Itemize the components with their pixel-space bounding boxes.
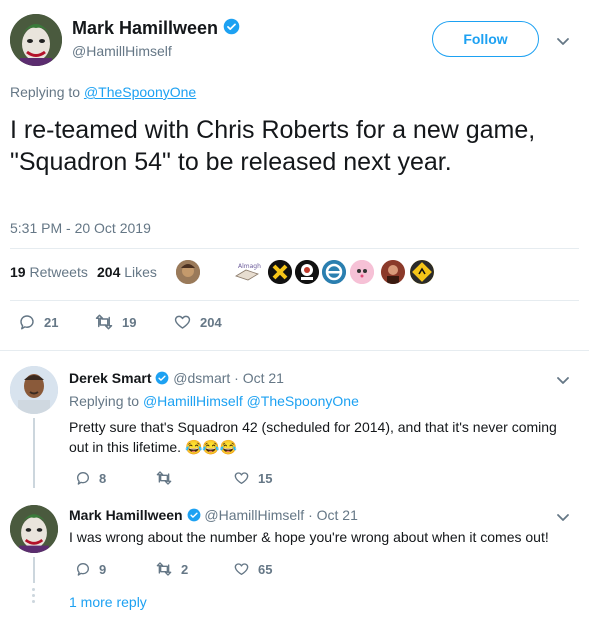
liker-avatar[interactable] bbox=[381, 260, 405, 284]
likes-label: Likes bbox=[124, 264, 157, 280]
retweet-action[interactable]: 2 bbox=[155, 561, 188, 577]
verified-badge-icon bbox=[187, 508, 201, 525]
svg-text:Almagh: Almagh bbox=[238, 263, 261, 270]
retweet-icon bbox=[156, 471, 172, 485]
heart-icon bbox=[174, 315, 191, 329]
like-action[interactable]: 15 bbox=[233, 470, 272, 486]
liker-avatar[interactable] bbox=[176, 260, 200, 284]
liker-avatar[interactable] bbox=[295, 260, 319, 284]
retweet-icon bbox=[95, 314, 113, 330]
verified-badge-icon bbox=[155, 371, 169, 388]
retweets-label: Retweets bbox=[29, 264, 88, 280]
replying-to-link[interactable]: @TheSpoonyOne bbox=[84, 84, 196, 100]
reply-author-name[interactable]: Mark Hamillween bbox=[69, 507, 183, 523]
laughing-emoji: 😂😂😂 bbox=[184, 439, 238, 455]
reply-text: Pretty sure that's Squadron 42 (schedule… bbox=[69, 417, 579, 457]
reply-icon bbox=[20, 315, 34, 330]
thread-dots bbox=[32, 588, 36, 603]
follow-button[interactable]: Follow bbox=[432, 21, 539, 57]
retweet-count: 19 bbox=[122, 314, 137, 330]
liker-avatar[interactable] bbox=[268, 260, 292, 284]
like-action[interactable]: 65 bbox=[233, 561, 272, 577]
liker-avatar[interactable] bbox=[322, 260, 346, 284]
divider bbox=[0, 350, 589, 351]
retweets-count: 19 bbox=[10, 264, 26, 280]
main-tweet-text: I re-teamed with Chris Roberts for a new… bbox=[10, 116, 536, 176]
like-count: 204 bbox=[200, 314, 222, 330]
reply-author-avatar[interactable] bbox=[10, 505, 58, 553]
likes-count: 204 bbox=[97, 264, 121, 280]
reply-action[interactable]: 9 bbox=[75, 561, 106, 577]
like-count: 15 bbox=[258, 470, 273, 486]
main-author-name[interactable]: Mark Hamillween bbox=[72, 18, 218, 38]
liker-avatar[interactable] bbox=[350, 260, 374, 284]
main-tweet-timestamp[interactable]: 5:31 PM - 20 Oct 2019 bbox=[10, 220, 151, 236]
verified-badge-icon bbox=[223, 18, 240, 40]
liker-avatar[interactable]: Almagh bbox=[232, 260, 262, 284]
main-replying-to: Replying to @TheSpoonyOne bbox=[10, 84, 196, 100]
retweet-icon bbox=[156, 562, 172, 576]
like-count: 65 bbox=[258, 561, 273, 577]
reply-text-fragment: out in this lifetime. bbox=[69, 439, 182, 455]
likes-stat[interactable]: 204 Likes bbox=[97, 264, 157, 280]
retweet-action[interactable]: 19 bbox=[94, 313, 136, 331]
heart-icon bbox=[234, 472, 249, 484]
divider bbox=[10, 248, 579, 249]
heart-icon bbox=[234, 563, 249, 575]
reply-author-handle[interactable]: @dsmart bbox=[173, 370, 230, 386]
chevron-down-icon[interactable] bbox=[555, 33, 571, 49]
reply-count: 8 bbox=[99, 470, 107, 486]
main-author-avatar[interactable] bbox=[10, 14, 62, 66]
liker-avatar[interactable] bbox=[410, 260, 434, 284]
reply-action[interactable]: 21 bbox=[18, 313, 58, 331]
reply-text-line: out in this lifetime. 😂😂😂 bbox=[69, 437, 579, 457]
reply-action[interactable]: 8 bbox=[75, 470, 106, 486]
replying-to-link[interactable]: @HamillHimself @TheSpoonyOne bbox=[143, 393, 359, 409]
reply-author-handle[interactable]: @HamillHimself bbox=[204, 507, 304, 523]
like-action[interactable]: 204 bbox=[173, 313, 222, 331]
reply-replying-to: Replying to @HamillHimself @TheSpoonyOne bbox=[69, 393, 359, 409]
reply-icon bbox=[77, 472, 89, 485]
thread-line bbox=[33, 418, 35, 488]
retweet-action[interactable] bbox=[155, 470, 181, 486]
retweets-stat[interactable]: 19 Retweets bbox=[10, 264, 88, 280]
reply-count: 21 bbox=[44, 314, 59, 330]
reply-date[interactable]: · Oct 21 bbox=[234, 370, 284, 386]
retweet-count: 2 bbox=[181, 561, 189, 577]
reply-text-line: Pretty sure that's Squadron 42 (schedule… bbox=[69, 419, 557, 435]
reply-date[interactable]: · Oct 21 bbox=[308, 507, 358, 523]
divider bbox=[10, 300, 579, 301]
more-replies-link[interactable]: 1 more reply bbox=[69, 594, 147, 610]
thread-line bbox=[33, 557, 35, 583]
chevron-down-icon[interactable] bbox=[555, 509, 571, 525]
reply-author-name[interactable]: Derek Smart bbox=[69, 370, 152, 386]
reply-text: I was wrong about the number & hope you'… bbox=[69, 529, 549, 545]
replying-prefix: Replying to bbox=[10, 84, 81, 100]
reply-icon bbox=[77, 563, 89, 576]
reply-count: 9 bbox=[99, 561, 107, 577]
replying-prefix: Replying to bbox=[69, 393, 140, 409]
main-author-handle[interactable]: @HamillHimself bbox=[72, 43, 172, 59]
chevron-down-icon[interactable] bbox=[555, 372, 571, 388]
reply-author-avatar[interactable] bbox=[10, 366, 58, 414]
